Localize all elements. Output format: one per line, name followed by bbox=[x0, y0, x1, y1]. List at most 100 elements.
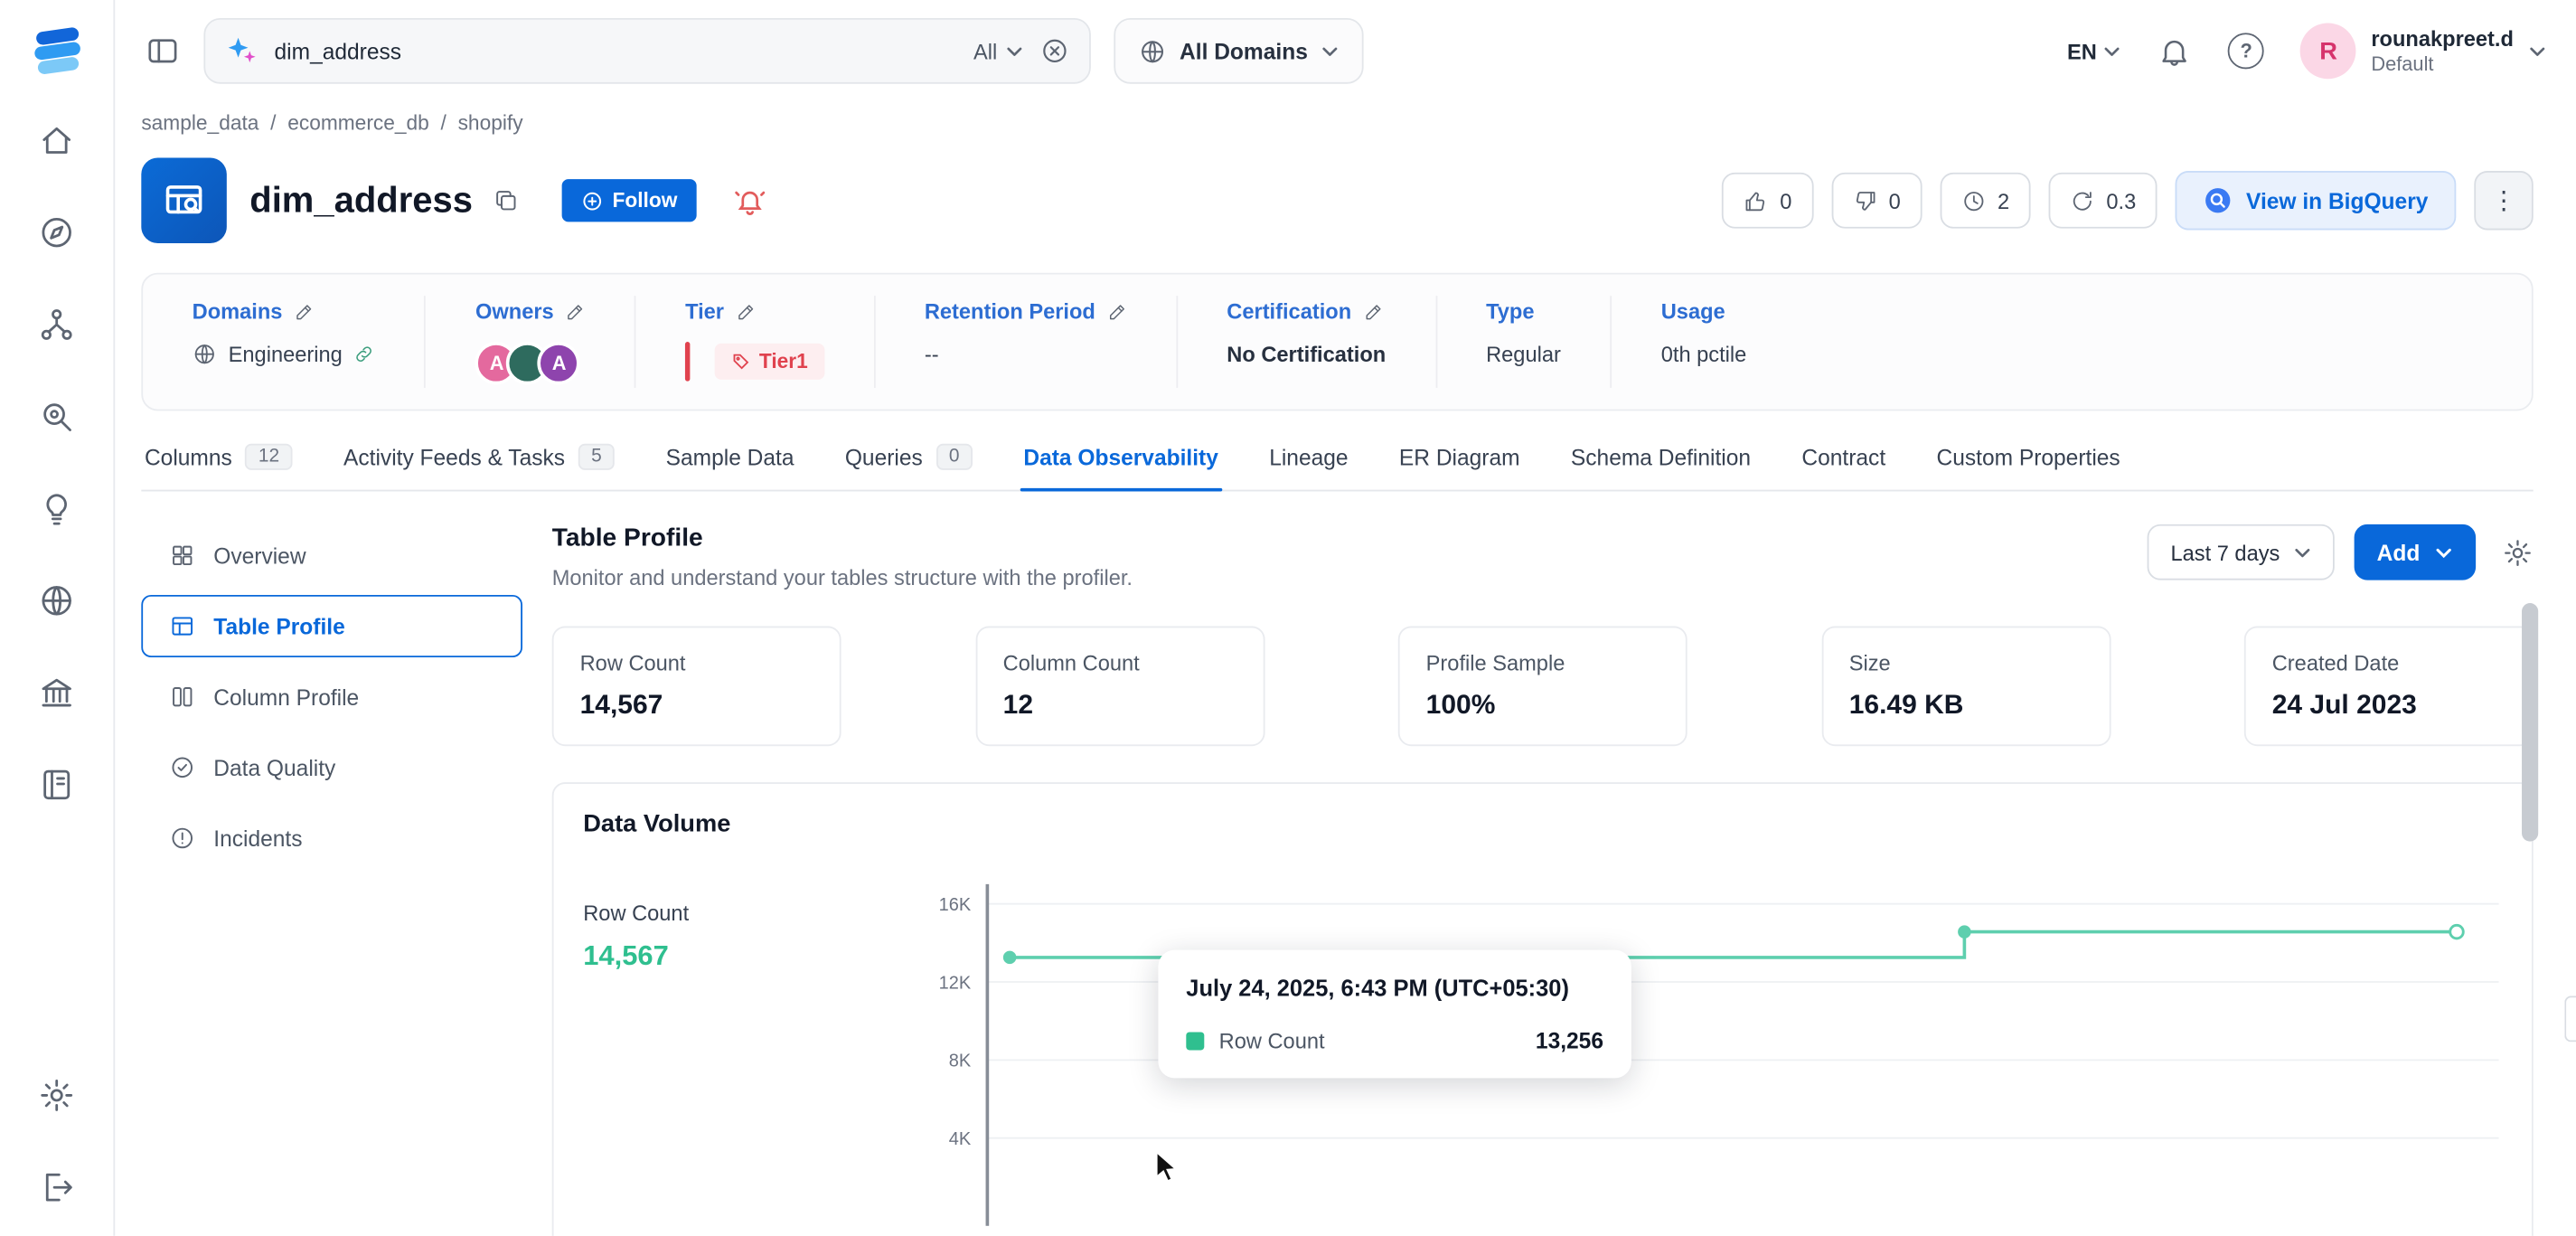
edit-domains-icon[interactable] bbox=[294, 302, 314, 322]
edit-retention-icon[interactable] bbox=[1107, 302, 1127, 322]
observability-search-icon[interactable] bbox=[38, 398, 76, 436]
edit-tier-icon[interactable] bbox=[736, 302, 756, 322]
svg-text:8K: 8K bbox=[949, 1052, 972, 1071]
svg-text:12K: 12K bbox=[939, 973, 972, 993]
globe-icon bbox=[193, 342, 217, 366]
copy-name-icon[interactable] bbox=[493, 187, 519, 213]
profiler-subnav: Overview Table Profile Column Profile Da… bbox=[141, 524, 522, 1236]
user-avatar: R bbox=[2300, 23, 2356, 79]
add-button[interactable]: Add bbox=[2354, 524, 2476, 580]
tab-schema-definition[interactable]: Schema Definition bbox=[1567, 444, 1753, 490]
usage-value: 0th pctile bbox=[1661, 342, 1747, 366]
recent-views-button[interactable]: 2 bbox=[1940, 173, 2030, 229]
stat-card-row-count: Row Count 14,567 bbox=[552, 627, 841, 747]
tab-custom-properties[interactable]: Custom Properties bbox=[1933, 444, 2123, 490]
domains-globe-icon[interactable] bbox=[38, 581, 76, 619]
govern-bank-icon[interactable] bbox=[38, 674, 76, 712]
notifications-bell-icon[interactable] bbox=[2158, 33, 2192, 68]
downvote-button[interactable]: 0 bbox=[1831, 173, 1922, 229]
tab-er-diagram[interactable]: ER Diagram bbox=[1396, 444, 1523, 490]
tab-contract[interactable]: Contract bbox=[1799, 444, 1889, 490]
search-input[interactable] bbox=[275, 39, 957, 63]
chevron-down-icon bbox=[2293, 543, 2311, 561]
edit-owners-icon[interactable] bbox=[565, 302, 585, 322]
tooltip-series-label: Row Count bbox=[1219, 1029, 1325, 1053]
chevron-down-icon bbox=[1321, 42, 1339, 60]
subnav-column-profile[interactable]: Column Profile bbox=[141, 665, 522, 728]
user-name: rounakpreet.d bbox=[2371, 26, 2514, 53]
explore-compass-icon[interactable] bbox=[38, 213, 76, 251]
home-icon[interactable] bbox=[38, 122, 76, 160]
meta-owners: Owners A A bbox=[426, 296, 635, 388]
upvote-button[interactable]: 0 bbox=[1723, 173, 1813, 229]
tab-queries[interactable]: Queries0 bbox=[841, 444, 975, 490]
grid-icon bbox=[169, 543, 195, 569]
tab-sample-data[interactable]: Sample Data bbox=[663, 444, 797, 490]
tab-columns[interactable]: Columns12 bbox=[141, 444, 296, 490]
svg-text:4K: 4K bbox=[949, 1129, 972, 1149]
subnav-data-quality[interactable]: Data Quality bbox=[141, 736, 522, 798]
profile-stat-cards: Row Count 14,567 Column Count 12 Profile… bbox=[552, 627, 2534, 747]
date-range-dropdown[interactable]: Last 7 days bbox=[2148, 524, 2334, 580]
table-icon bbox=[169, 613, 195, 639]
clock-icon bbox=[1961, 188, 1986, 212]
table-profile-panel: Table Profile Monitor and understand you… bbox=[552, 524, 2534, 1236]
openmetadata-logo[interactable] bbox=[29, 23, 85, 79]
observability-content: Overview Table Profile Column Profile Da… bbox=[141, 524, 2533, 1236]
search-scope-dropdown[interactable]: All bbox=[973, 39, 1023, 63]
subnav-overview[interactable]: Overview bbox=[141, 524, 522, 587]
breadcrumb-schema[interactable]: shopify bbox=[458, 112, 523, 135]
certification-value: No Certification bbox=[1227, 342, 1386, 366]
user-menu[interactable]: R rounakpreet.d Default bbox=[2300, 23, 2546, 79]
domains-filter-dropdown[interactable]: All Domains bbox=[1114, 18, 1363, 84]
meta-tier: Tier Tier1 bbox=[636, 296, 876, 388]
topbar: All All Domains EN ? R bbox=[115, 0, 2576, 102]
tier-badge[interactable]: Tier1 bbox=[715, 344, 824, 380]
link-icon bbox=[353, 344, 375, 365]
type-value: Regular bbox=[1486, 342, 1561, 366]
announcement-alert-icon[interactable] bbox=[733, 184, 767, 218]
tab-lineage[interactable]: Lineage bbox=[1266, 444, 1352, 490]
help-icon[interactable]: ? bbox=[2228, 33, 2264, 69]
global-search-bar[interactable]: All bbox=[203, 18, 1091, 84]
data-volume-summary: Row Count 14,567 bbox=[583, 878, 912, 1226]
series-color-swatch bbox=[1186, 1032, 1204, 1050]
tooltip-timestamp: July 24, 2025, 6:43 PM (UTC+05:30) bbox=[1186, 975, 1603, 1001]
bigquery-icon bbox=[2204, 185, 2233, 215]
insights-bulb-icon[interactable] bbox=[38, 490, 76, 528]
domain-value[interactable]: Engineering bbox=[229, 342, 343, 366]
profiler-settings-gear-icon[interactable] bbox=[2502, 536, 2534, 568]
breadcrumb-service[interactable]: sample_data bbox=[141, 112, 259, 135]
tab-activity-feeds[interactable]: Activity Feeds & Tasks5 bbox=[340, 444, 618, 490]
right-panel-handle[interactable] bbox=[2564, 995, 2576, 1042]
logout-icon[interactable] bbox=[38, 1168, 76, 1206]
thumbs-up-icon bbox=[1744, 188, 1768, 212]
edit-certification-icon[interactable] bbox=[1363, 302, 1383, 322]
chevron-down-icon bbox=[1005, 42, 1023, 60]
breadcrumb-database[interactable]: ecommerce_db bbox=[287, 112, 429, 135]
glossary-book-icon[interactable] bbox=[38, 766, 76, 804]
data-volume-chart[interactable]: 4K8K12K16K July 24, 2025, 6:43 PM (UTC+0… bbox=[912, 878, 2502, 1226]
user-team: Default bbox=[2371, 52, 2514, 75]
check-circle-icon bbox=[169, 754, 195, 780]
stat-card-profile-sample: Profile Sample 100% bbox=[1398, 627, 1688, 747]
chevron-down-icon bbox=[2103, 42, 2121, 60]
meta-usage: Usage 0th pctile bbox=[1612, 296, 1796, 388]
version-button[interactable]: 0.3 bbox=[2049, 173, 2158, 229]
clear-search-icon[interactable] bbox=[1040, 36, 1070, 66]
more-actions-kebab-icon[interactable]: ⋮ bbox=[2474, 171, 2533, 230]
app-window: All All Domains EN ? R bbox=[0, 0, 2576, 1236]
subnav-incidents[interactable]: Incidents bbox=[141, 807, 522, 869]
tab-data-observability[interactable]: Data Observability bbox=[1020, 444, 1222, 490]
subnav-table-profile[interactable]: Table Profile bbox=[141, 595, 522, 657]
owner-avatar[interactable]: A bbox=[538, 342, 580, 384]
follow-button[interactable]: Follow bbox=[561, 179, 697, 222]
view-in-service-button[interactable]: View in BigQuery bbox=[2176, 171, 2456, 230]
lineage-graph-icon[interactable] bbox=[38, 306, 76, 344]
vertical-scrollbar-thumb[interactable] bbox=[2522, 603, 2538, 842]
sidebar-toggle-icon[interactable] bbox=[145, 33, 181, 69]
settings-gear-icon[interactable] bbox=[38, 1077, 76, 1115]
language-dropdown[interactable]: EN bbox=[2067, 39, 2121, 63]
entity-title-row: dim_address Follow 0 bbox=[141, 157, 2533, 243]
entity-actions: 0 0 2 0.3 Vi bbox=[1723, 171, 2534, 230]
